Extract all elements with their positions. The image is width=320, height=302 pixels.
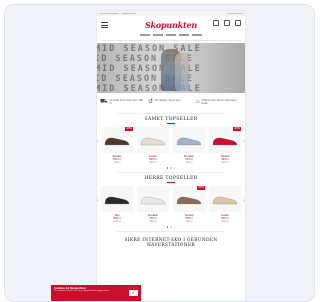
shoe-icon [104,196,130,204]
shoe-icon [104,137,130,145]
search-input[interactable] [101,38,241,41]
nav-item[interactable] [179,34,189,36]
hero-banner[interactable]: MID SEASON SALE MID SEASON SALE MID SEAS… [97,43,245,93]
product-card[interactable]: Sneaker 799 kr 999 kr [173,126,205,165]
truck-icon: ⛟ [100,99,108,105]
product-card[interactable]: Sko 899 kr 1199 kr [101,185,133,224]
carousel-dot[interactable] [173,167,176,169]
product-old-price: 799 kr [185,220,193,224]
title-underline [167,123,175,124]
main-nav [97,33,245,37]
chevron-right-icon[interactable]: › [243,139,245,145]
site-logo[interactable]: Skopunkten [145,20,197,30]
carousel-dot[interactable] [166,167,169,169]
section-title: HERRE TOPSELLER [144,176,198,181]
heart-icon[interactable] [224,20,230,26]
usp-text: Välkommen till din närmaste butik [201,98,237,106]
usp-bar: ⛟ Fri frakt & fri retur över 499 kr ↺ 30… [97,93,245,111]
chevron-left-icon[interactable]: ‹ [97,139,99,145]
product-card[interactable]: -25% Sandal 599 kr 799 kr [173,185,205,224]
product-image[interactable] [137,185,169,212]
product-carousel: -25% Sandal 599 kr 799 kr Loafer 699 kr 899 kr… [97,126,245,165]
discount-badge: -25% [124,126,133,131]
chevron-right-icon[interactable]: › [243,198,245,204]
nav-item[interactable] [192,34,202,36]
usp-text: Fri frakt & fri retur över 499 kr [109,98,143,106]
product-image[interactable]: -30% [209,126,241,153]
product-card[interactable]: Loafer 699 kr 899 kr [137,126,169,165]
carousel-dot[interactable] [170,167,172,169]
discount-badge: -25% [196,185,205,190]
hero-model-image [175,53,189,91]
carousel-dot[interactable] [173,226,176,228]
shoe-icon [140,196,166,204]
product-old-price: 899 kr [221,220,229,224]
nav-item[interactable] [153,34,163,36]
product-old-price: 1199 kr [112,220,122,224]
product-old-price: 799 kr [113,161,121,165]
product-card[interactable]: -25% Sandal 599 kr 799 kr [101,126,133,165]
cookie-text: Vi använder cookies för att ge dig den b… [54,290,110,293]
divider [117,231,225,232]
product-card[interactable]: Sneaker 799 kr 999 kr [137,185,169,224]
user-icon[interactable] [213,20,219,26]
chevron-left-icon[interactable]: ‹ [97,198,99,204]
nav-item[interactable] [166,34,176,36]
nav-item[interactable] [140,34,150,36]
product-card[interactable]: Loafer 699 kr 899 kr [209,185,241,224]
title-underline [167,182,175,183]
divider [117,113,225,114]
product-old-price: 899 kr [149,161,157,165]
shoe-icon [176,196,202,204]
product-card[interactable]: -30% Sandal 499 kr 699 kr [209,126,241,165]
product-image[interactable]: -25% [101,126,133,153]
webpage-preview[interactable]: Skopunkten MID SEASON SALE MID SEASON SA… [97,11,245,301]
shoe-icon [212,196,238,204]
usp-item: ⌂ Välkommen till din närmaste butik [196,98,242,108]
return-icon: ↺ [148,99,154,105]
product-image[interactable] [137,126,169,153]
usp-item: ⛟ Fri frakt & fri retur över 499 kr [100,98,146,108]
divider [117,172,225,173]
carousel-dots [97,226,245,228]
header-icons [213,20,241,26]
store-icon: ⌂ [196,99,200,105]
carousel-dot[interactable] [170,226,172,228]
product-old-price: 999 kr [185,161,193,165]
product-image[interactable] [173,126,205,153]
preview-card: Skopunkten MID SEASON SALE MID SEASON SA… [4,4,315,302]
product-image[interactable] [101,185,133,212]
accept-cookies-button[interactable]: ✓ [129,290,138,296]
product-carousel: Sko 899 kr 1199 kr Sneaker 799 kr 999 kr -25% S… [97,185,245,224]
carousel-dot[interactable] [166,226,169,228]
section-title: SIKRE INTERNET-SKO I GEBUNDEN HAVERSTATI… [124,238,218,249]
product-image[interactable] [209,185,241,212]
usp-text: 30 dagars öppet köp [155,98,181,102]
product-old-price: 699 kr [221,161,229,165]
section-title: SAMET TOPSELLER [144,117,198,122]
shoe-icon [140,137,166,145]
menu-icon[interactable] [101,22,108,30]
carousel-dots [97,167,245,169]
product-old-price: 999 kr [149,220,157,224]
cookie-banner: Cookies på Skopunkten Vi använder cookie… [51,285,141,301]
shoe-icon [176,137,202,145]
usp-item: ↺ 30 dagars öppet köp [148,98,194,108]
cart-icon[interactable] [235,20,241,26]
product-image[interactable]: -25% [173,185,205,212]
shoe-icon [212,137,238,145]
discount-badge: -30% [232,126,241,131]
site-header: Skopunkten [97,16,245,33]
